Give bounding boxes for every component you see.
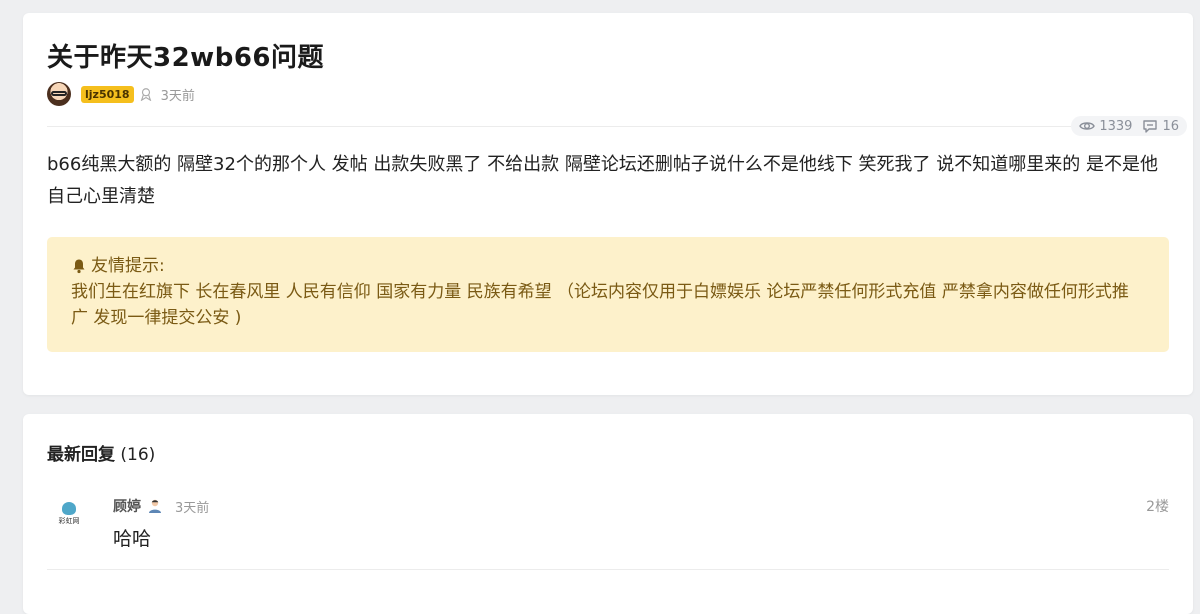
user-icon xyxy=(149,499,161,513)
reply-text: 哈哈 xyxy=(113,528,152,550)
reply-avatar[interactable]: 彩虹网 xyxy=(53,502,85,534)
post-meta: ljz5018 3天前 xyxy=(47,81,195,107)
reply-count: (16) xyxy=(120,445,156,465)
reply-author-name[interactable]: 顾婷 xyxy=(113,496,141,516)
notice-title: 友情提示: xyxy=(91,256,165,276)
post-time: 3天前 xyxy=(160,88,195,104)
notice-text: 我们生在红旗下 长在春风里 人民有信仰 国家有力量 民族有希望 （论坛内容仅用于… xyxy=(71,282,1129,328)
reply-item: 彩虹网 顾婷 3天前 2楼 哈哈 xyxy=(47,488,1169,570)
comment-count: 16 xyxy=(1162,118,1179,134)
bell-icon xyxy=(73,259,85,274)
view-count: 1339 xyxy=(1099,118,1133,134)
reply-time: 3天前 xyxy=(175,500,210,516)
reply-divider xyxy=(47,569,1169,570)
post-card: 关于昨天32wb66问题 ljz5018 3天前 1339 16 b66纯黑大额… xyxy=(23,13,1193,395)
reply-floor: 2楼 xyxy=(1146,499,1169,515)
reply-card: 最新回复 (16) 彩虹网 顾婷 3天前 2楼 哈哈 xyxy=(23,414,1193,614)
reply-avatar-text: 彩虹网 xyxy=(58,517,80,525)
notice-box: 友情提示: 我们生在红旗下 长在春风里 人民有信仰 国家有力量 民族有希望 （论… xyxy=(47,237,1169,352)
post-stats: 1339 16 xyxy=(1071,116,1187,136)
medal-icon xyxy=(140,88,151,101)
post-content: b66纯黑大额的 隔壁32个的那个人 发帖 出款失败黑了 不给出款 隔壁论坛还删… xyxy=(47,154,1159,207)
meta-divider xyxy=(47,126,1169,127)
post-title: 关于昨天32wb66问题 xyxy=(47,43,324,73)
reply-heading-label: 最新回复 xyxy=(47,445,115,465)
author-name-badge[interactable]: ljz5018 xyxy=(81,85,134,103)
author-avatar[interactable] xyxy=(47,82,71,106)
reply-author: 顾婷 3天前 xyxy=(113,496,209,516)
comment-icon xyxy=(1143,120,1158,133)
eye-icon xyxy=(1079,122,1096,130)
reply-heading: 最新回复 (16) xyxy=(47,440,155,465)
